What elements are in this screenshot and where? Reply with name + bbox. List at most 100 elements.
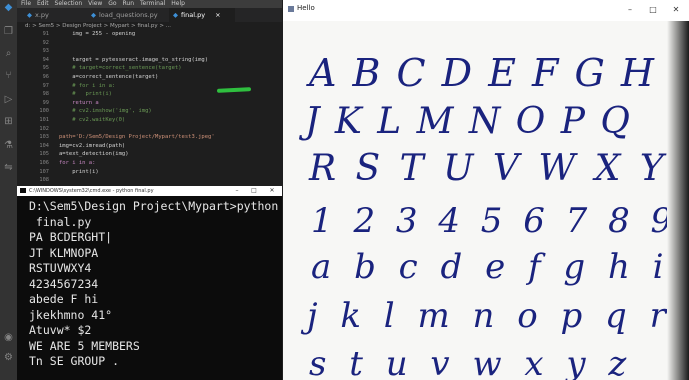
console-title-bar: C:\WINDOWS\system32\cmd.exe - python fin… (17, 186, 282, 196)
minimize-button[interactable]: – (620, 4, 640, 16)
tab-label: load_questions.py (99, 11, 158, 19)
menu-help[interactable]: Help (171, 0, 185, 7)
python-file-icon: ◆ (91, 11, 96, 19)
handwriting-row-uppercase-2: J K L M N O P Q (305, 101, 632, 142)
hello-title: Hello (297, 4, 315, 12)
handwriting-row-lowercase-2: j k l m n o p q r (307, 296, 672, 336)
handwriting-row-lowercase-1: a b c d e f g h i (311, 247, 670, 287)
code-line: img=cv2.imread(path) (59, 142, 126, 149)
console-minimize-button[interactable]: – (229, 186, 245, 196)
menu-run[interactable]: Run (123, 0, 135, 7)
source-control-icon[interactable]: ⑂ (3, 70, 14, 81)
settings-gear-icon[interactable]: ⚙ (3, 352, 14, 363)
console-line: RSTUVWXY4 (29, 261, 92, 275)
console-line: Tn SE GROUP . (29, 354, 120, 368)
console-close-button[interactable]: ✕ (264, 186, 280, 196)
hello-title-bar: Hello – □ ✕ (283, 0, 689, 22)
breadcrumb[interactable]: d: > Sem5 > Design Project > Mypart > fi… (17, 22, 282, 30)
menu-view[interactable]: View (88, 0, 102, 7)
menu-edit[interactable]: Edit (37, 0, 49, 7)
console-line: Atuvw* $2 (29, 323, 92, 337)
explorer-icon[interactable]: ❐ (3, 26, 14, 37)
console-line: final.py (29, 214, 92, 229)
window-app-icon (288, 6, 294, 12)
tab-close-icon[interactable]: × (215, 11, 220, 19)
code-line: return a (59, 99, 99, 106)
code-line: # cv2.waitKey(0) (59, 117, 126, 123)
console-title: C:\WINDOWS\system32\cmd.exe - python fin… (29, 188, 154, 194)
console-maximize-button[interactable]: □ (246, 186, 262, 196)
line-number: 100 (39, 108, 49, 115)
tab-load-questions[interactable]: ◆ load_questions.py (87, 8, 171, 22)
extensions-icon[interactable]: ⊞ (3, 116, 14, 127)
line-number: 94 (42, 56, 49, 63)
code-line: a=correct_sentence(target) (59, 74, 159, 80)
menu-bar: File Edit Selection View Go Run Terminal… (17, 0, 282, 8)
editor-tabs: ◆ x.py ◆ load_questions.py ◆ final.py × (17, 8, 282, 22)
code-line: # target=correct_sentence(target) (59, 65, 182, 72)
code-line: # print(i) (59, 91, 112, 98)
hello-window: Hello – □ ✕ A B C D E F G H I J K L M N … (283, 0, 689, 380)
green-highlight-mark (216, 87, 252, 93)
handwritten-paper-image: A B C D E F G H I J K L M N O P Q R S T … (283, 21, 689, 380)
vscode-logo-icon: ◆ (4, 2, 13, 13)
console-line: abede F hi (29, 292, 99, 306)
code-line: # cv2.imshow('img', img) (59, 108, 152, 115)
line-number: 99 (42, 99, 49, 106)
code-line: # for i in a: (59, 82, 116, 89)
line-number: 104 (39, 142, 49, 149)
tab-final-py[interactable]: ◆ final.py × (169, 8, 235, 22)
line-number: 91 (42, 31, 49, 37)
code-line: img = 255 - opening (59, 31, 136, 37)
console-line: WE ARE 5 MEMBERS (29, 338, 140, 353)
python-file-icon: ◆ (27, 11, 32, 19)
cmd-console-window[interactable]: C:\WINDOWS\system32\cmd.exe - python fin… (17, 186, 282, 380)
line-number: 102 (39, 125, 49, 132)
line-number: 106 (39, 160, 49, 166)
line-number: 93 (42, 48, 49, 55)
line-number: 95 (42, 65, 49, 72)
remote-icon[interactable]: ⇋ (3, 162, 14, 173)
handwriting-row-lowercase-3: s t u v w x y z (309, 344, 633, 380)
menu-terminal[interactable]: Terminal (140, 0, 165, 7)
console-line: JT KLMNOPA (29, 245, 99, 260)
menu-selection[interactable]: Selection (55, 0, 83, 7)
line-number: 101 (39, 117, 49, 123)
handwriting-row-uppercase-1: A B C D E F G H I (309, 51, 688, 95)
paper-edge-shadow (667, 21, 689, 380)
code-line: print(i) (59, 168, 99, 175)
code-editor[interactable]: 91 img = 255 - opening 92 93 94 target = py… (17, 30, 282, 185)
handwriting-row-digits: 1 2 3 4 5 6 7 8 9 (311, 201, 678, 241)
code-line: for i in a: (59, 160, 96, 166)
handwriting-row-uppercase-3: R S T U V W X Y Z (309, 148, 689, 189)
tab-label: final.py (181, 11, 206, 19)
line-number: 108 (39, 177, 49, 184)
menu-go[interactable]: Go (108, 0, 116, 7)
console-line: D:\Sem5\Design Project\Mypart>python (29, 199, 279, 213)
line-number: 105 (39, 151, 49, 158)
search-icon[interactable]: ⌕ (3, 48, 14, 59)
console-line: 4234567234 (29, 276, 99, 291)
status-bar (0, 372, 17, 380)
code-line: path='D:/Sem5/Design Project/Mypart/test… (59, 134, 215, 141)
line-number: 96 (42, 74, 49, 80)
menu-file[interactable]: File (21, 0, 31, 7)
python-file-icon: ◆ (173, 11, 178, 19)
vscode-window: ◆ ❐ ⌕ ⑂ ▷ ⊞ ⚗ ⇋ ◉ ⚙ File Edit Selection … (0, 0, 282, 380)
close-button[interactable]: ✕ (666, 4, 686, 16)
testing-icon[interactable]: ⚗ (3, 140, 14, 151)
line-number: 103 (39, 134, 49, 141)
maximize-button[interactable]: □ (643, 4, 663, 16)
activity-bar: ◆ ❐ ⌕ ⑂ ▷ ⊞ ⚗ ⇋ ◉ ⚙ (0, 0, 17, 380)
tab-x-py[interactable]: ◆ x.py (23, 8, 89, 22)
run-debug-icon[interactable]: ▷ (3, 94, 14, 105)
line-number: 92 (42, 39, 49, 46)
console-line: PA BCDERGHT| (29, 230, 113, 244)
line-number: 97 (42, 82, 49, 89)
account-icon[interactable]: ◉ (3, 332, 14, 343)
code-line: target = pytesseract.image_to_string(img… (59, 56, 209, 63)
code-line: a=text_detection(img) (59, 151, 129, 158)
console-line: jkekhmno 41° (29, 307, 113, 322)
line-number: 107 (39, 168, 49, 175)
line-number: 98 (42, 91, 49, 98)
